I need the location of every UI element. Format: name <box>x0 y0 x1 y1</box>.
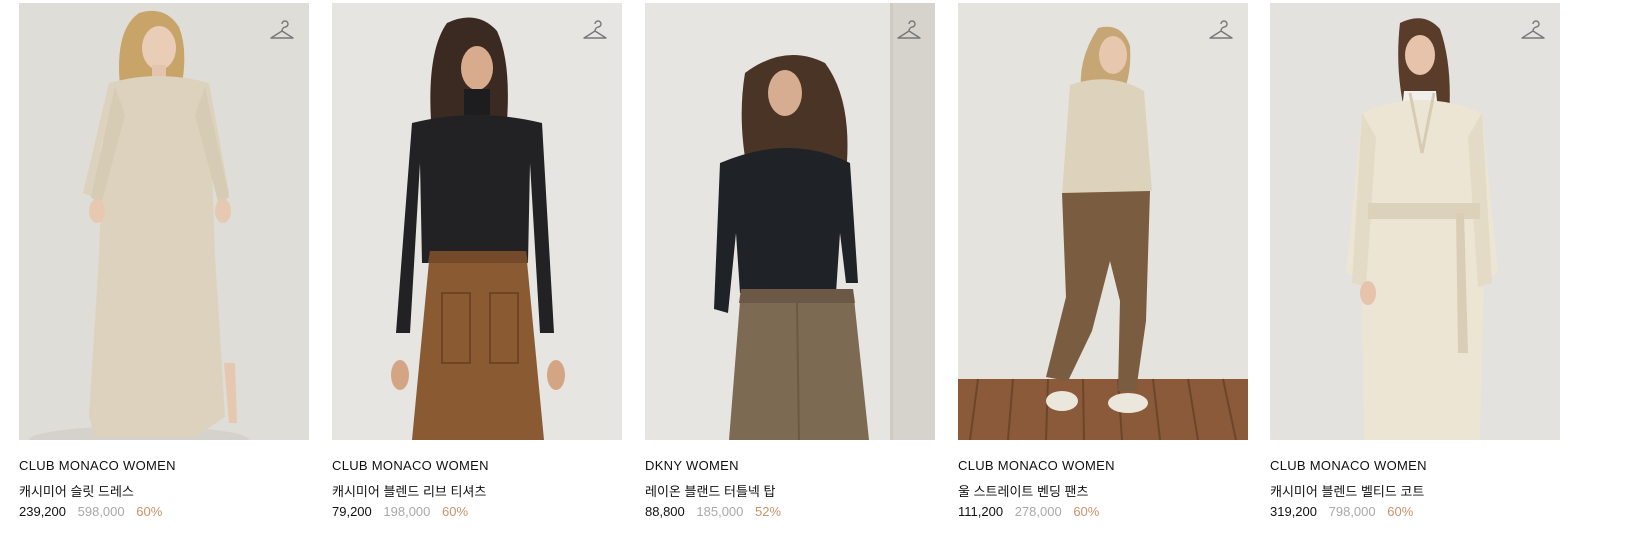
product-card[interactable]: CLUB MONACO WOMEN 캐시미어 슬릿 드레스 239,200 59… <box>19 3 309 548</box>
sale-price: 88,800 <box>645 504 685 519</box>
product-image[interactable] <box>1270 3 1560 440</box>
sale-price: 111,200 <box>958 504 1004 519</box>
hanger-icon[interactable] <box>582 19 608 43</box>
discount-rate: 60% <box>1387 504 1414 519</box>
product-name[interactable]: 캐시미어 블렌드 벨티드 코트 <box>1270 481 1424 500</box>
hanger-icon[interactable] <box>896 19 922 43</box>
product-brand[interactable]: DKNY WOMEN <box>645 458 739 473</box>
original-price: 798,000 <box>1328 504 1376 519</box>
product-card[interactable]: CLUB MONACO WOMEN 캐시미어 블렌드 리브 티셔츠 79,200… <box>332 3 622 548</box>
product-card[interactable]: CLUB MONACO WOMEN 캐시미어 블렌드 벨티드 코트 319,20… <box>1270 3 1560 548</box>
original-price: 278,000 <box>1014 504 1062 519</box>
discount-rate: 52% <box>755 504 782 519</box>
product-brand[interactable]: CLUB MONACO WOMEN <box>958 458 1115 473</box>
product-grid: CLUB MONACO WOMEN 캐시미어 슬릿 드레스 239,200 59… <box>0 0 1627 552</box>
product-name[interactable]: 레이온 블랜드 터틀넥 탑 <box>645 481 775 500</box>
product-name[interactable]: 캐시미어 블렌드 리브 티셔츠 <box>332 481 486 500</box>
product-brand[interactable]: CLUB MONACO WOMEN <box>332 458 489 473</box>
sale-price: 79,200 <box>332 504 372 519</box>
original-price: 198,000 <box>383 504 431 519</box>
hanger-icon[interactable] <box>1208 19 1234 43</box>
product-prices: 111,200 278,000 60% <box>958 504 1107 519</box>
product-image[interactable] <box>332 3 622 440</box>
product-name[interactable]: 울 스트레이트 벤딩 팬츠 <box>958 481 1088 500</box>
product-image[interactable] <box>645 3 935 440</box>
product-card[interactable]: CLUB MONACO WOMEN 울 스트레이트 벤딩 팬츠 111,200 … <box>958 3 1248 548</box>
discount-rate: 60% <box>136 504 163 519</box>
product-brand[interactable]: CLUB MONACO WOMEN <box>1270 458 1427 473</box>
product-prices: 88,800 185,000 52% <box>645 504 789 519</box>
hanger-icon[interactable] <box>1520 19 1546 43</box>
original-price: 185,000 <box>696 504 744 519</box>
hanger-icon[interactable] <box>269 19 295 43</box>
discount-rate: 60% <box>1073 504 1100 519</box>
product-image[interactable] <box>19 3 309 440</box>
product-brand[interactable]: CLUB MONACO WOMEN <box>19 458 176 473</box>
original-price: 598,000 <box>77 504 125 519</box>
product-prices: 319,200 798,000 60% <box>1270 504 1421 519</box>
product-prices: 239,200 598,000 60% <box>19 504 170 519</box>
sale-price: 319,200 <box>1270 504 1317 519</box>
product-name[interactable]: 캐시미어 슬릿 드레스 <box>19 481 134 500</box>
discount-rate: 60% <box>442 504 469 519</box>
product-prices: 79,200 198,000 60% <box>332 504 476 519</box>
sale-price: 239,200 <box>19 504 66 519</box>
product-image[interactable] <box>958 3 1248 440</box>
product-card[interactable]: DKNY WOMEN 레이온 블랜드 터틀넥 탑 88,800 185,000 … <box>645 3 936 548</box>
